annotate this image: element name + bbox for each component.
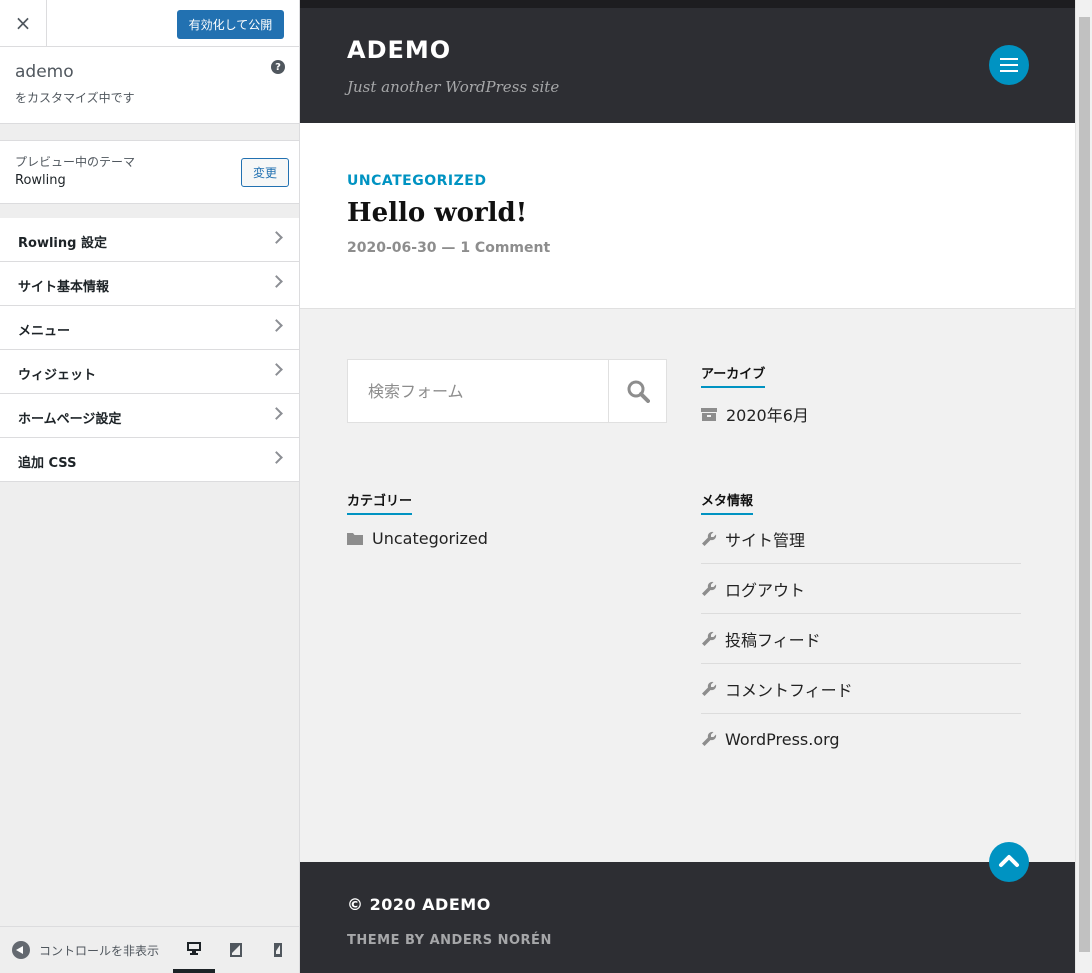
theme-label: プレビュー中のテーマ xyxy=(15,155,136,169)
preview-tablet-button[interactable] xyxy=(215,927,257,973)
post-meta: 2020-06-30 — 1 Comment xyxy=(347,240,550,256)
search-input[interactable] xyxy=(348,360,608,422)
site-preview: ADEMO Just another WordPress site UNCATE… xyxy=(300,0,1075,973)
theme-name: Rowling xyxy=(15,173,66,188)
meta-item-label: コメントフィード xyxy=(725,680,853,700)
back-to-top-button[interactable] xyxy=(989,842,1029,882)
hamburger-icon-bar xyxy=(1000,58,1018,60)
chevron-right-icon xyxy=(270,451,283,464)
chevron-up-icon xyxy=(999,855,1019,867)
post-date-link[interactable]: 2020-06-30 xyxy=(347,240,437,256)
hamburger-icon-bar xyxy=(1000,70,1018,72)
wrench-icon xyxy=(702,581,717,596)
panel-widgets[interactable]: ウィジェット xyxy=(0,350,299,394)
panel-rowling-settings[interactable]: Rowling 設定 xyxy=(0,218,299,262)
mobile-icon xyxy=(274,943,282,957)
chevron-right-icon xyxy=(270,275,283,288)
chevron-right-icon xyxy=(270,231,283,244)
customizer-site-info: ademo をカスタマイズ中です ? xyxy=(0,47,299,124)
archive-link-label: 2020年6月 xyxy=(726,406,809,425)
meta-item-label: サイト管理 xyxy=(725,530,806,550)
post-comments-link[interactable]: 1 Comment xyxy=(460,240,550,256)
footer-copyright: © 2020 ADEMO xyxy=(347,895,491,914)
panel-label: サイト基本情報 xyxy=(18,280,110,295)
chevron-right-icon xyxy=(270,363,283,376)
meta-widget-title: メタ情報 xyxy=(701,490,754,515)
site-title[interactable]: ADEMO xyxy=(347,36,451,64)
meta-separator: — xyxy=(436,240,461,256)
panel-label: 追加 CSS xyxy=(18,456,77,471)
close-customizer-button[interactable]: × xyxy=(0,0,47,46)
publish-button[interactable]: 有効化して公開 xyxy=(177,10,284,39)
category-link-label: Uncategorized xyxy=(372,529,488,548)
hamburger-icon-bar xyxy=(1000,64,1018,66)
collapse-icon xyxy=(12,941,30,959)
preview-scrollbar[interactable] xyxy=(1075,0,1092,973)
preview-mobile-button[interactable] xyxy=(257,927,299,973)
customizer-sidebar: × 有効化して公開 ademo をカスタマイズ中です ? プレビュー中のテーマ … xyxy=(0,0,300,973)
post-preview: UNCATEGORIZED Hello world! 2020-06-30 — … xyxy=(300,123,1075,309)
preview-desktop-button[interactable] xyxy=(173,927,215,973)
post-category-link[interactable]: UNCATEGORIZED xyxy=(347,173,486,189)
search-icon xyxy=(627,380,650,403)
chevron-right-icon xyxy=(270,319,283,332)
meta-item-comments-feed[interactable]: コメントフィード xyxy=(701,664,1021,714)
customizer-footer: コントロールを非表示 xyxy=(0,926,299,973)
meta-item-label: 投稿フィード xyxy=(725,630,821,650)
change-theme-button[interactable]: 変更 xyxy=(241,158,289,187)
meta-item-posts-feed[interactable]: 投稿フィード xyxy=(701,614,1021,664)
active-theme-section: プレビュー中のテーマ Rowling 変更 xyxy=(0,140,299,204)
customizer-site-name: ademo xyxy=(15,62,74,82)
meta-item-wordpress-org[interactable]: WordPress.org xyxy=(701,714,1021,764)
search-widget xyxy=(347,359,667,423)
panel-label: ウィジェット xyxy=(18,368,97,383)
archive-box-icon xyxy=(701,408,717,421)
archive-link[interactable]: 2020年6月 xyxy=(701,402,809,426)
wrench-icon xyxy=(702,681,717,696)
panel-site-identity[interactable]: サイト基本情報 xyxy=(0,262,299,306)
help-icon[interactable]: ? xyxy=(271,60,285,74)
panel-additional-css[interactable]: 追加 CSS xyxy=(0,438,299,482)
tablet-icon xyxy=(230,943,242,957)
wrench-icon xyxy=(702,631,717,646)
site-footer: © 2020 ADEMO THEME BY ANDERS NORÉN xyxy=(300,862,1075,973)
close-icon: × xyxy=(14,11,32,35)
panel-homepage-settings[interactable]: ホームページ設定 xyxy=(0,394,299,438)
wrench-icon xyxy=(702,731,717,746)
desktop-icon xyxy=(187,942,201,955)
categories-widget-title: カテゴリー xyxy=(347,490,413,515)
site-description: Just another WordPress site xyxy=(347,78,560,96)
hide-controls-button[interactable]: コントロールを非表示 xyxy=(12,941,159,959)
customizer-subtitle: をカスタマイズ中です xyxy=(15,91,135,105)
scrollbar-thumb[interactable] xyxy=(1079,17,1090,952)
category-link[interactable]: Uncategorized xyxy=(347,529,488,548)
panel-label: Rowling 設定 xyxy=(18,236,107,251)
preview-top-bar xyxy=(300,0,1075,8)
search-button[interactable] xyxy=(608,360,666,422)
menu-toggle-button[interactable] xyxy=(989,45,1029,85)
panel-label: メニュー xyxy=(18,324,71,339)
customizer-header: × 有効化して公開 xyxy=(0,0,299,47)
wrench-icon xyxy=(702,531,717,546)
meta-item-site-admin[interactable]: サイト管理 xyxy=(701,514,1021,564)
post-title-link[interactable]: Hello world! xyxy=(347,198,527,228)
meta-list: サイト管理 ログアウト 投稿フィード コメントフィード WordPress.or… xyxy=(701,514,1021,764)
panel-label: ホームページ設定 xyxy=(18,412,122,427)
panel-menus[interactable]: メニュー xyxy=(0,306,299,350)
hide-controls-label: コントロールを非表示 xyxy=(39,943,160,958)
customizer-panels: Rowling 設定 サイト基本情報 メニュー ウィジェット ホームページ設定 … xyxy=(0,218,299,482)
footer-theme-credit[interactable]: THEME BY ANDERS NORÉN xyxy=(347,933,552,948)
meta-item-label: WordPress.org xyxy=(725,729,840,749)
meta-item-logout[interactable]: ログアウト xyxy=(701,564,1021,614)
meta-item-label: ログアウト xyxy=(725,580,806,600)
site-header: ADEMO Just another WordPress site xyxy=(300,8,1075,123)
folder-icon xyxy=(347,533,363,545)
chevron-right-icon xyxy=(270,407,283,420)
archives-widget-title: アーカイブ xyxy=(701,363,766,388)
